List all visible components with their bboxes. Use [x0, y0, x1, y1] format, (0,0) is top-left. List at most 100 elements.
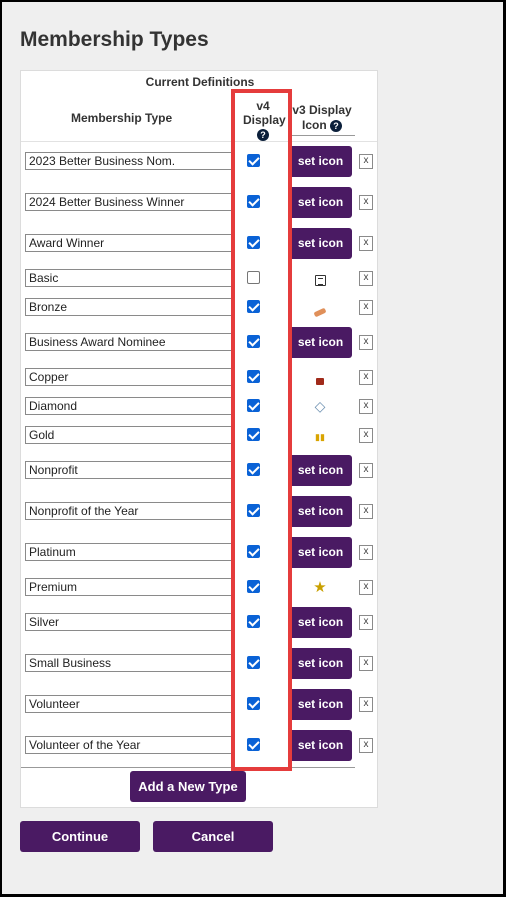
v4-display-checkbox[interactable] [247, 738, 260, 751]
bronze-bar-icon[interactable] [307, 296, 333, 318]
membership-name-input[interactable]: 2023 Better Business Nom. [25, 152, 234, 170]
copper-block-icon[interactable] [307, 366, 333, 388]
v4-display-checkbox[interactable] [247, 370, 260, 383]
delete-button[interactable]: x [359, 656, 373, 671]
delete-button[interactable]: x [359, 399, 373, 414]
table-row: Volunteer set icon x [21, 689, 377, 720]
v4-display-checkbox[interactable] [247, 504, 260, 517]
v4-display-checkbox[interactable] [247, 300, 260, 313]
gold-bars-icon[interactable]: ▮▮ [307, 424, 333, 446]
table-row: Silver set icon x [21, 607, 377, 638]
set-icon-button[interactable]: set icon [289, 730, 352, 761]
delete-button[interactable]: x [359, 697, 373, 712]
membership-name-input[interactable]: Copper [25, 368, 234, 386]
add-new-type-button[interactable]: Add a New Type [130, 771, 246, 802]
set-icon-button[interactable]: set icon [289, 607, 352, 638]
col-header-v3-label: v3 Display Icon [292, 103, 352, 132]
membership-name-input[interactable]: Silver [25, 613, 234, 631]
table-row: Volunteer of the Year set icon x [21, 730, 377, 761]
table-row: Basic x [21, 263, 377, 293]
delete-button[interactable]: x [359, 738, 373, 753]
delete-button[interactable]: x [359, 504, 373, 519]
membership-name-input[interactable]: Volunteer [25, 695, 234, 713]
set-icon-button[interactable]: set icon [289, 146, 352, 177]
membership-name-input[interactable]: Diamond [25, 397, 234, 415]
delete-button[interactable]: x [359, 154, 373, 169]
membership-name-input[interactable]: Award Winner [25, 234, 234, 252]
set-icon-button[interactable]: set icon [289, 327, 352, 358]
delete-button[interactable]: x [359, 545, 373, 560]
set-icon-button[interactable]: set icon [289, 187, 352, 218]
divider [21, 141, 377, 142]
membership-name-input[interactable]: Premium [25, 578, 234, 596]
v4-display-checkbox[interactable] [247, 271, 260, 284]
col-header-v3-display: v3 Display Icon ? [289, 103, 355, 136]
membership-name-input[interactable]: Small Business [25, 654, 234, 672]
v4-display-checkbox[interactable] [247, 463, 260, 476]
delete-button[interactable]: x [359, 615, 373, 630]
table-row: Copper x [21, 362, 377, 392]
help-icon[interactable]: ? [257, 128, 269, 141]
v4-display-checkbox[interactable] [247, 697, 260, 710]
dialog-frame: Membership Types Current Definitions Mem… [0, 0, 506, 897]
continue-button[interactable]: Continue [20, 821, 140, 852]
help-icon[interactable]: ? [330, 119, 342, 132]
v4-display-checkbox[interactable] [247, 545, 260, 558]
membership-name-input[interactable]: Business Award Nominee [25, 333, 234, 351]
v4-display-checkbox[interactable] [247, 428, 260, 441]
delete-button[interactable]: x [359, 463, 373, 478]
table-row: Nonprofit set icon x [21, 455, 377, 486]
set-icon-button[interactable]: set icon [289, 496, 352, 527]
v4-display-checkbox[interactable] [247, 335, 260, 348]
table-row: Business Award Nominee set icon x [21, 327, 377, 358]
table-row: Diamond ◇ x [21, 391, 377, 421]
delete-button[interactable]: x [359, 335, 373, 350]
diamond-icon[interactable]: ◇ [307, 395, 333, 417]
v4-display-checkbox[interactable] [247, 236, 260, 249]
col-header-v4-display: v4 Display ? [233, 99, 293, 141]
set-icon-button[interactable]: set icon [289, 537, 352, 568]
set-icon-button[interactable]: set icon [289, 228, 352, 259]
v4-display-checkbox[interactable] [247, 154, 260, 167]
delete-button[interactable]: x [359, 428, 373, 443]
delete-button[interactable]: x [359, 195, 373, 210]
v4-display-checkbox[interactable] [247, 656, 260, 669]
set-icon-button[interactable]: set icon [289, 648, 352, 679]
set-icon-button[interactable]: set icon [289, 455, 352, 486]
table-row: Small Business set icon x [21, 648, 377, 679]
table-row: Platinum set icon x [21, 537, 377, 568]
v4-display-checkbox[interactable] [247, 580, 260, 593]
membership-name-input[interactable]: Nonprofit of the Year [25, 502, 234, 520]
delete-button[interactable]: x [359, 271, 373, 286]
col-header-membership-type: Membership Type [71, 111, 173, 125]
v4-display-checkbox[interactable] [247, 195, 260, 208]
delete-button[interactable]: x [359, 300, 373, 315]
page-title: Membership Types [20, 28, 209, 51]
section-heading: Current Definitions [145, 75, 255, 89]
membership-name-input[interactable]: Platinum [25, 543, 234, 561]
table-row: Premium ★ x [21, 572, 377, 602]
v4-display-checkbox[interactable] [247, 399, 260, 412]
membership-name-input[interactable]: Gold [25, 426, 234, 444]
membership-name-input[interactable]: 2024 Better Business Winner [25, 193, 234, 211]
star-icon[interactable]: ★ [307, 576, 333, 598]
ledger-icon[interactable] [307, 267, 333, 289]
v4-display-checkbox[interactable] [247, 615, 260, 628]
membership-table: Current Definitions Membership Type v4 D… [20, 70, 378, 808]
membership-name-input[interactable]: Basic [25, 269, 234, 287]
table-row: 2023 Better Business Nom. set icon x [21, 146, 377, 177]
delete-button[interactable]: x [359, 236, 373, 251]
delete-button[interactable]: x [359, 370, 373, 385]
cancel-button[interactable]: Cancel [153, 821, 273, 852]
table-row: 2024 Better Business Winner set icon x [21, 187, 377, 218]
table-row: Award Winner set icon x [21, 228, 377, 259]
membership-name-input[interactable]: Bronze [25, 298, 234, 316]
divider [21, 767, 355, 768]
membership-name-input[interactable]: Volunteer of the Year [25, 736, 234, 754]
table-row: Gold ▮▮ x [21, 420, 377, 450]
table-row: Nonprofit of the Year set icon x [21, 496, 377, 527]
set-icon-button[interactable]: set icon [289, 689, 352, 720]
membership-name-input[interactable]: Nonprofit [25, 461, 234, 479]
delete-button[interactable]: x [359, 580, 373, 595]
col-header-v4-label: v4 Display [243, 99, 286, 127]
